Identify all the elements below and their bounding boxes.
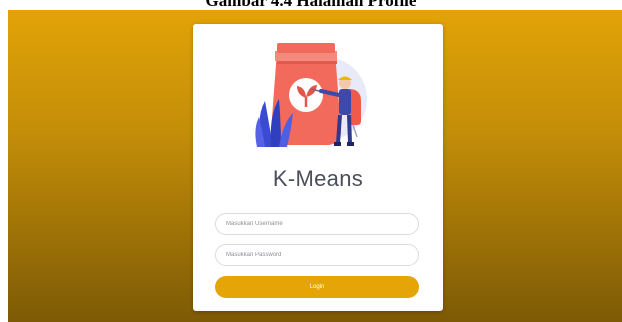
document-caption: Gambar 4.4 Halaman Profile	[0, 0, 622, 10]
password-input[interactable]	[215, 244, 419, 266]
login-card: K-Means Login	[193, 24, 443, 311]
app-title: K-Means	[272, 166, 364, 191]
username-input[interactable]	[215, 213, 419, 235]
caption-text: Gambar 4.4 Halaman Profile	[205, 0, 417, 10]
login-page: K-Means Login	[8, 10, 622, 322]
farming-illustration	[255, 43, 367, 147]
login-button[interactable]: Login	[215, 276, 419, 298]
